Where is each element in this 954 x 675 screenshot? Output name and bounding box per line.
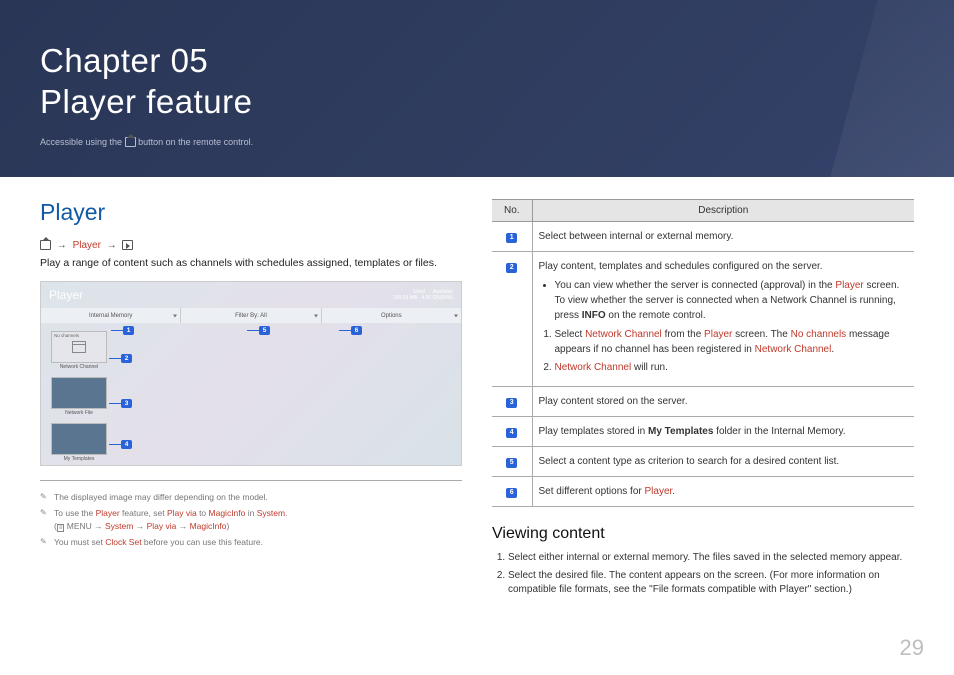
enter-icon <box>122 240 133 250</box>
left-column: Player → Player → Play a range of conten… <box>40 199 462 601</box>
row-desc: Play content stored on the server. <box>532 387 914 417</box>
table-row: 3 Play content stored on the server. <box>492 387 914 417</box>
tile-network-file: Network File <box>51 377 107 409</box>
table-row: 2 Play content, templates and schedules … <box>492 252 914 387</box>
tile-my-templates: My Templates <box>51 423 107 455</box>
step-item: Select the desired file. The content app… <box>508 569 914 597</box>
tile-network-channel: No channels Network Channel <box>51 331 107 363</box>
row-badge: 3 <box>506 398 517 408</box>
callout-4: 4 <box>121 440 132 449</box>
step-item: Select either internal or external memor… <box>508 551 914 565</box>
page-header: Chapter 05 Player feature Accessible usi… <box>0 0 954 177</box>
screenshot-titlebar: Player Used Available 199.33 MB 4.26 GB(… <box>41 282 461 308</box>
home-icon <box>125 137 136 147</box>
intro-text: Play a range of content such as channels… <box>40 257 462 269</box>
row-badge: 2 <box>506 263 517 273</box>
chapter-name: Player feature <box>40 83 252 120</box>
section-heading-player: Player <box>40 199 462 226</box>
row-desc: Select a content type as criterion to se… <box>532 447 914 477</box>
chapter-number: Chapter 05 <box>40 42 208 79</box>
row-desc: Select between internal or external memo… <box>532 222 914 252</box>
player-screenshot: Player Used Available 199.33 MB 4.26 GB(… <box>40 281 462 466</box>
right-column: No. Description 1 Select between interna… <box>492 199 914 601</box>
toolbar-internal-memory: Internal Memory <box>41 308 181 323</box>
table-row: 5 Select a content type as criterion to … <box>492 447 914 477</box>
callout-3: 3 <box>121 399 132 408</box>
callout-1: 1 <box>123 326 134 335</box>
table-row: 6 Set different options for Player. <box>492 477 914 507</box>
viewing-content-heading: Viewing content <box>492 525 914 543</box>
home-icon <box>40 240 51 250</box>
callout-2: 2 <box>121 354 132 363</box>
note-clockset: You must set Clock Set before you can us… <box>40 536 462 548</box>
row-badge: 5 <box>506 458 517 468</box>
callout-6: 6 <box>351 326 362 335</box>
row-badge: 4 <box>506 428 517 438</box>
toolbar-options: Options <box>322 308 461 323</box>
note-image-differ: The displayed image may differ depending… <box>40 491 462 503</box>
page-content: Player → Player → Play a range of conten… <box>0 177 954 611</box>
row-badge: 1 <box>506 233 517 243</box>
callout-5: 5 <box>259 326 270 335</box>
divider <box>40 480 462 481</box>
header-subtitle: Accessible using the button on the remot… <box>40 137 914 148</box>
row-desc: Play templates stored in My Templates fo… <box>532 417 914 447</box>
row-desc: Set different options for Player. <box>532 477 914 507</box>
screenshot-body: No channels Network Channel Network File… <box>41 323 461 471</box>
row-badge: 6 <box>506 488 517 498</box>
breadcrumb-player: Player <box>73 240 101 251</box>
storage-stats: Used Available 199.33 MB 4.26 GB(95%) <box>393 289 453 301</box>
th-desc: Description <box>532 200 914 222</box>
chapter-title: Chapter 05 Player feature <box>40 40 914 123</box>
th-no: No. <box>492 200 532 222</box>
table-row: 4 Play templates stored in My Templates … <box>492 417 914 447</box>
screenshot-title: Player <box>49 288 83 302</box>
note-playvia: To use the Player feature, set Play via … <box>40 507 462 532</box>
calendar-icon <box>72 341 86 353</box>
table-row: 1 Select between internal or external me… <box>492 222 914 252</box>
screenshot-toolbar: Internal Memory Filter By: All Options <box>41 308 461 323</box>
row-desc: Play content, templates and schedules co… <box>532 252 914 387</box>
toolbar-filter: Filter By: All <box>181 308 321 323</box>
menu-icon: ≡ <box>57 524 65 532</box>
description-table: No. Description 1 Select between interna… <box>492 199 914 507</box>
page-number: 29 <box>900 635 924 661</box>
breadcrumb: → Player → <box>40 240 462 251</box>
viewing-steps: Select either internal or external memor… <box>492 551 914 597</box>
